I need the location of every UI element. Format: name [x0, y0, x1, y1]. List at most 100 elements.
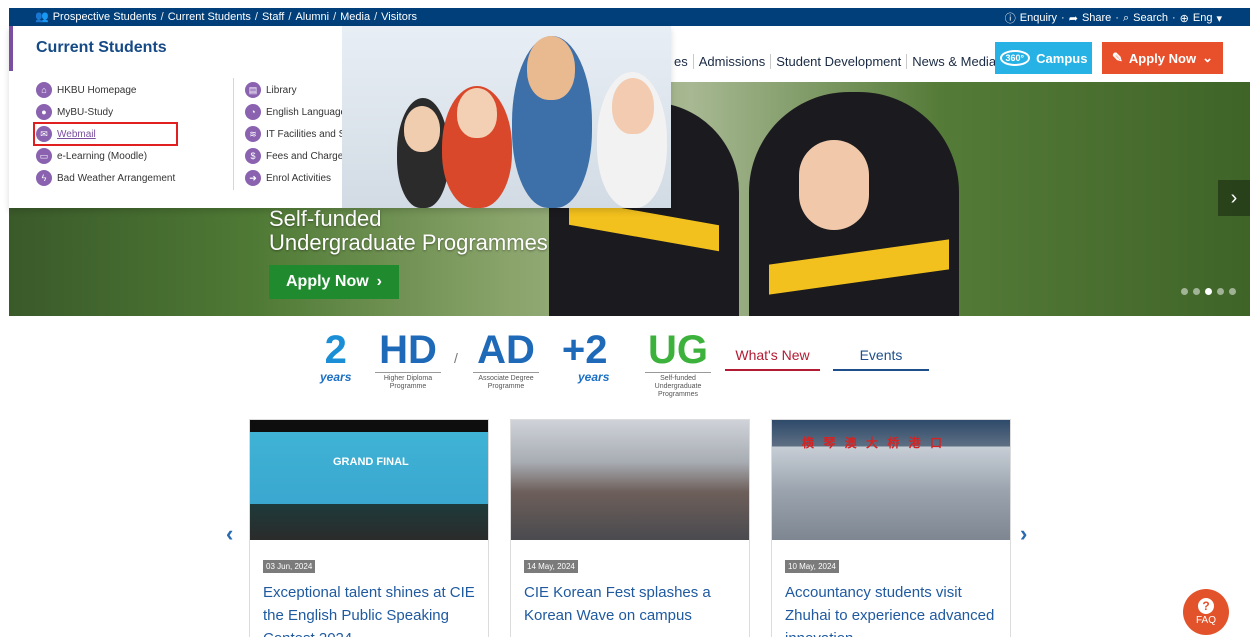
pencil-icon: ✎ [1112, 50, 1123, 65]
campus-360-button[interactable]: 360° Campus [995, 42, 1092, 74]
search-icon: ⌕ [1122, 11, 1130, 24]
menu-item-label: MyBU-Study [57, 106, 114, 118]
ug-underline [645, 372, 711, 373]
students-photo [342, 26, 671, 208]
nav-link-news-media[interactable]: News & Media [907, 54, 1001, 69]
question-icon: ⓘ [1004, 13, 1016, 25]
user-icon: ● [36, 104, 52, 120]
hero-apply-label: Apply Now [286, 273, 369, 290]
menu-column-1: ⌂ HKBU Homepage ● MyBU-Study ✉ Webmail ▭ e-L… [32, 81, 179, 187]
apply-now-label: Apply Now [1128, 50, 1197, 66]
apply-now-button[interactable]: ✎ Apply Now ⌄ [1102, 42, 1223, 74]
share-icon: ➦ [1068, 12, 1078, 25]
nav-link-admissions[interactable]: Admissions [694, 54, 772, 69]
menu-item-label: Fees and Charges [266, 150, 349, 162]
news-date: 14 May, 2024 [524, 560, 578, 573]
news-card[interactable]: 横 琴 澳 大 桥 港 口 10 May, 2024 Accountancy s… [771, 419, 1011, 637]
page: 👥 Prospective Students / Current Students… [0, 0, 1256, 637]
nav-link-programmes[interactable]: es [669, 54, 694, 69]
carousel-dot[interactable] [1229, 288, 1236, 295]
language-selector[interactable]: Eng [1193, 12, 1213, 24]
carousel-dot[interactable] [1181, 288, 1188, 295]
student-face [457, 88, 497, 138]
menu-item-label: Enrol Activities [266, 172, 332, 184]
nav-link-student-development[interactable]: Student Development [771, 54, 908, 69]
enquiry-link[interactable]: Enquiry [1020, 12, 1057, 24]
news-title[interactable]: Accountancy students visit Zhuhai to exp… [785, 581, 1003, 637]
menu-item-label: Webmail [57, 128, 96, 140]
menu-item-bad-weather[interactable]: ϟ Bad Weather Arrangement [36, 169, 175, 187]
menu-item-label: Bad Weather Arrangement [57, 172, 176, 184]
menu-item-webmail[interactable]: ✉ Webmail [32, 122, 179, 146]
wifi-icon: ≋ [245, 126, 261, 142]
menu-item-label: Library [266, 84, 297, 96]
menu-accent [9, 26, 13, 71]
news-image: GRAND FINAL [250, 420, 488, 540]
news-title[interactable]: Exceptional talent shines at CIE the Eng… [263, 581, 481, 637]
question-icon: ? [1198, 598, 1214, 614]
audience-link-alumni[interactable]: Alumni [295, 11, 329, 23]
share-link[interactable]: Share [1082, 12, 1111, 24]
audience-link-visitors[interactable]: Visitors [381, 11, 417, 23]
tab-whats-new[interactable]: What's New [725, 341, 820, 371]
two-years-unit: years [320, 370, 352, 384]
ug-programme[interactable]: UG Self-funded Undergraduate Programmes [644, 330, 712, 399]
ad-caption: Associate Degree Programme [478, 375, 534, 390]
chevron-right-icon: › [1230, 186, 1238, 209]
programme-separator: / [454, 350, 458, 366]
two-years-label: 2 years [320, 330, 351, 384]
audience-link-staff[interactable]: Staff [262, 11, 284, 23]
chevron-right-icon: › [376, 273, 382, 290]
enter-icon: ➜ [245, 170, 261, 186]
search-link[interactable]: Search [1133, 12, 1168, 24]
news-image: 横 琴 澳 大 桥 港 口 [772, 420, 1010, 540]
bolt-icon: ϟ [36, 170, 52, 186]
globe-icon: ⊕ [1179, 12, 1189, 25]
news-date: 10 May, 2024 [785, 560, 839, 573]
news-title[interactable]: CIE Korean Fest splashes a Korean Wave o… [524, 581, 742, 627]
audience-link-current[interactable]: Current Students [168, 11, 251, 23]
hero-line-2: Undergraduate Programmes [269, 230, 548, 255]
news-prev-button[interactable]: ‹ [226, 521, 233, 547]
hd-label: HD [379, 328, 437, 372]
news-next-button[interactable]: › [1020, 521, 1027, 547]
faq-label: FAQ [1195, 615, 1216, 626]
caret-down-icon: ▾ [1216, 12, 1222, 25]
menu-item-hkbu-homepage[interactable]: ⌂ HKBU Homepage [36, 81, 175, 99]
building-sign: 横 琴 澳 大 桥 港 口 [802, 436, 946, 450]
carousel-dot[interactable] [1205, 288, 1212, 295]
mail-icon: ✉ [36, 126, 52, 142]
hero-apply-button[interactable]: Apply Now › [269, 265, 399, 299]
ad-programme[interactable]: AD Associate Degree Programme [468, 330, 544, 391]
hd-programme[interactable]: HD Higher Diploma Programme [370, 330, 446, 391]
news-card[interactable]: 14 May, 2024 CIE Korean Fest splashes a … [510, 419, 750, 637]
utility-bar: 👥 Prospective Students / Current Students… [9, 8, 1250, 26]
carousel-dot[interactable] [1217, 288, 1224, 295]
two-years-number: 2 [324, 328, 347, 372]
news-card[interactable]: GRAND FINAL 03 Jun, 2024 Exceptional tal… [249, 419, 489, 637]
faq-button[interactable]: ? FAQ [1183, 589, 1229, 635]
ad-underline [473, 372, 539, 373]
plus-two-number: +2 [561, 328, 608, 372]
ad-label: AD [477, 328, 535, 372]
tab-events[interactable]: Events [833, 341, 929, 371]
audience-link-media[interactable]: Media [340, 11, 370, 23]
student-face [612, 78, 654, 134]
menu-title: Current Students [36, 39, 167, 56]
hd-underline [375, 372, 441, 373]
menu-item-label: HKBU Homepage [57, 84, 137, 96]
hd-caption: Higher Diploma Programme [383, 375, 433, 390]
audience-link-prospective[interactable]: Prospective Students [53, 11, 157, 23]
book-icon: ▤ [245, 82, 261, 98]
home-icon: ⌂ [36, 82, 52, 98]
hero-line-1: Self-funded [269, 206, 382, 231]
carousel-dot[interactable] [1193, 288, 1200, 295]
chevron-down-icon: ⌄ [1202, 50, 1213, 65]
menu-item-e-learning[interactable]: ▭ e-Learning (Moodle) [36, 147, 175, 165]
carousel-dots [1181, 288, 1236, 295]
campus-360-label: Campus [1036, 50, 1088, 66]
carousel-next-button[interactable]: › [1218, 180, 1250, 216]
monitor-icon: ▭ [36, 148, 52, 164]
news-date: 03 Jun, 2024 [263, 560, 316, 573]
menu-item-mybu-study[interactable]: ● MyBU-Study [36, 103, 175, 121]
